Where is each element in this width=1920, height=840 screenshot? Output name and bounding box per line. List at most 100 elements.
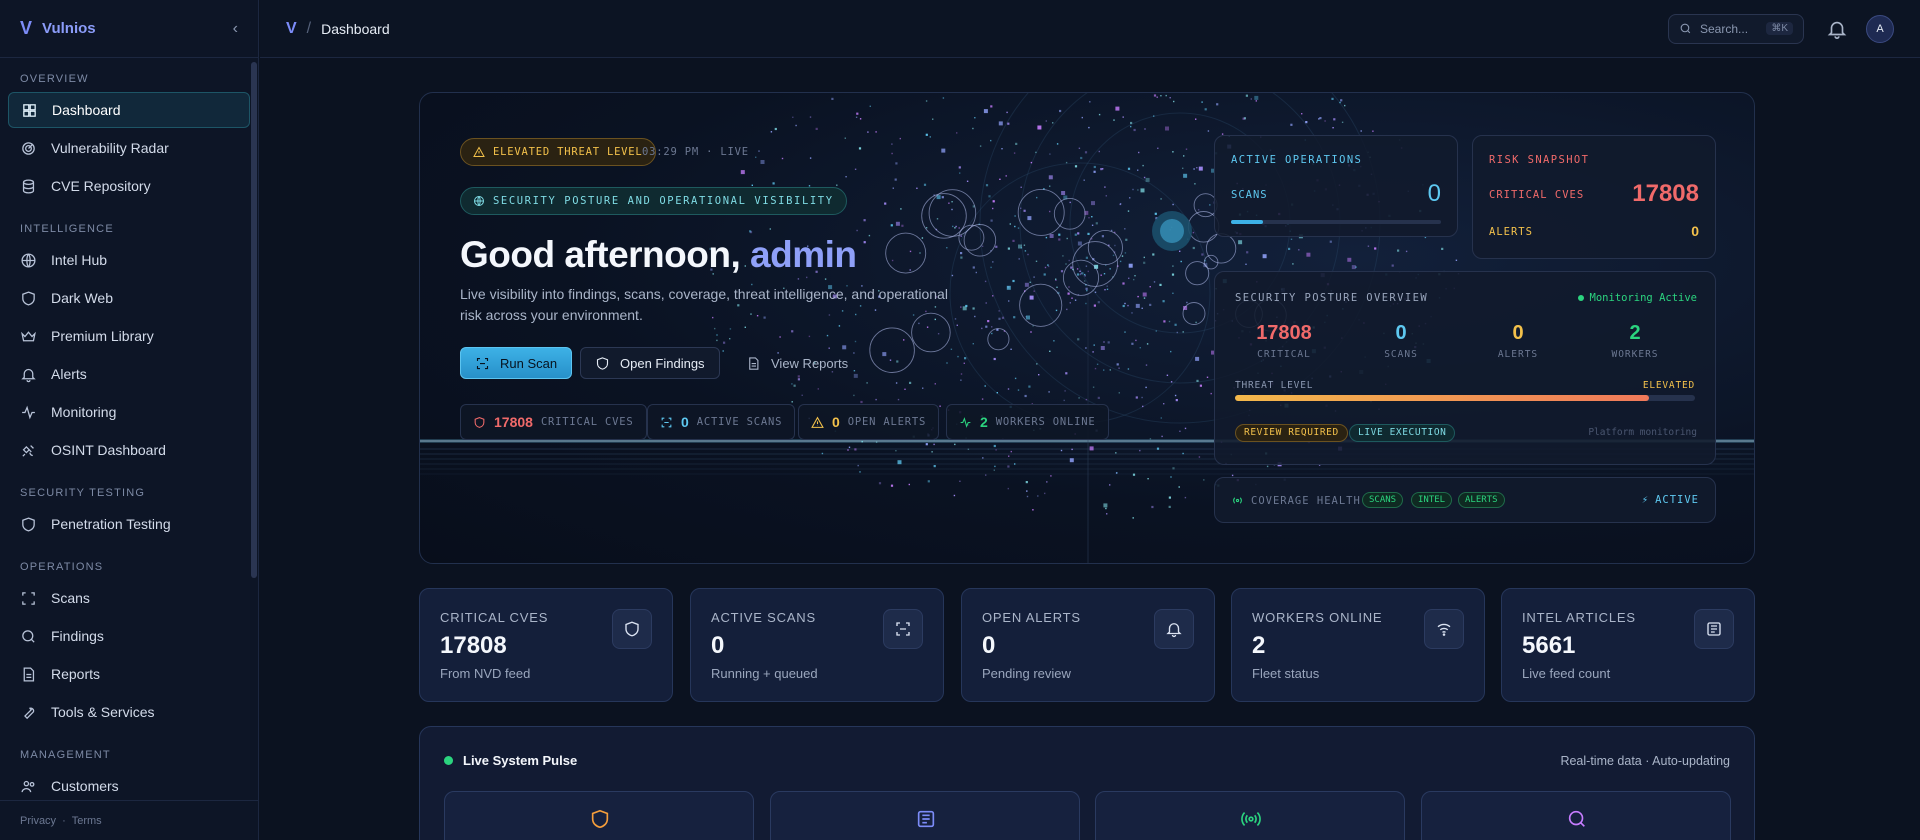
kpi-label: INTEL ARTICLES xyxy=(1522,610,1636,625)
critical-cves-label: CRITICAL CVES xyxy=(1489,189,1585,201)
pulse-title-text: Live System Pulse xyxy=(463,753,578,768)
live-dot xyxy=(444,756,453,765)
posture-stat-alerts: 0 ALERTS xyxy=(1469,322,1567,360)
sidebar-item-scans[interactable]: Scans xyxy=(8,580,250,616)
posture-stat-value: 17808 xyxy=(1256,322,1312,344)
breadcrumb-current: Dashboard xyxy=(321,20,390,37)
sidebar-item-alerts[interactable]: Alerts xyxy=(8,356,250,392)
kpi-card-workers-online[interactable]: WORKERS ONLINE 2 Fleet status xyxy=(1231,588,1485,702)
sidebar-item-tools-services[interactable]: Tools & Services xyxy=(8,694,250,730)
scans-label: SCANS xyxy=(1231,189,1268,201)
privacy-link[interactable]: Privacy xyxy=(20,815,56,827)
chip-active-scans: 0 ACTIVE SCANS xyxy=(647,404,796,440)
crown-icon xyxy=(21,330,36,341)
sidebar-item-vulnerability-radar[interactable]: Vulnerability Radar xyxy=(8,130,250,166)
sidebar-section-title: OVERVIEW xyxy=(20,73,89,85)
shield-icon xyxy=(474,416,485,428)
sidebar-item-osint-dashboard[interactable]: OSINT Dashboard xyxy=(8,432,250,468)
open-findings-button[interactable]: Open Findings xyxy=(580,347,720,379)
coverage-health-label: COVERAGE HEALTH xyxy=(1251,495,1361,507)
kpi-card-critical-cves[interactable]: CRITICAL CVES 17808 From NVD feed xyxy=(419,588,673,702)
kpi-icon-box xyxy=(612,609,652,649)
kpi-note: Running + queued xyxy=(711,666,818,681)
chip-critical-cves: 17808 CRITICAL CVES xyxy=(460,404,647,440)
kpi-card-active-scans[interactable]: ACTIVE SCANS 0 Running + queued xyxy=(690,588,944,702)
kpi-icon-box xyxy=(883,609,923,649)
avatar[interactable]: A xyxy=(1866,14,1894,43)
pulse-card-monitoring[interactable] xyxy=(1095,791,1405,840)
chip-label: ACTIVE SCANS xyxy=(696,416,783,428)
collapse-sidebar-icon[interactable]: ‹ xyxy=(233,20,238,38)
sidebar-item-label: Penetration Testing xyxy=(51,516,171,532)
kpi-note: Pending review xyxy=(982,666,1071,681)
wifi-icon xyxy=(1437,623,1451,636)
shield-icon xyxy=(596,356,609,370)
sidebar-item-cve-repository[interactable]: CVE Repository xyxy=(8,168,250,204)
active-operations-panel: ACTIVE OPERATIONS SCANS 0 xyxy=(1214,135,1458,237)
pulse-card-findings[interactable] xyxy=(1421,791,1731,840)
pulse-card-security[interactable] xyxy=(444,791,754,840)
bell-icon xyxy=(1827,21,1847,39)
newspaper-icon xyxy=(1707,622,1721,636)
sidebar-item-dark-web[interactable]: Dark Web xyxy=(8,280,250,316)
brand-name[interactable]: Vulnios xyxy=(42,20,96,37)
sidebar-item-label: Monitoring xyxy=(51,404,117,420)
scan-icon xyxy=(22,591,35,605)
kpi-note: Live feed count xyxy=(1522,666,1611,681)
sidebar-item-monitoring[interactable]: Monitoring xyxy=(8,394,250,430)
search-placeholder: Search... xyxy=(1700,21,1749,36)
posture-stat-value: 2 xyxy=(1629,322,1641,344)
risk-snapshot-title: RISK SNAPSHOT xyxy=(1489,154,1590,166)
alerts-label: ALERTS xyxy=(1489,226,1533,238)
kpi-value: 5661 xyxy=(1522,632,1576,659)
posture-stat-label: ALERTS xyxy=(1497,349,1539,360)
hero-subtitle: Live visibility into findings, scans, co… xyxy=(460,286,948,323)
monitoring-status-label: Monitoring Active xyxy=(1589,292,1697,304)
sidebar-item-customers[interactable]: Customers xyxy=(8,768,250,800)
live-execution-tag: LIVE EXECUTION xyxy=(1349,424,1456,442)
sidebar-item-label: Alerts xyxy=(51,366,87,382)
posture-stat-label: SCANS xyxy=(1384,349,1418,360)
sidebar-footer: Privacy · Terms xyxy=(0,800,258,840)
newspaper-icon xyxy=(917,810,935,828)
sidebar-item-intel-hub[interactable]: Intel Hub xyxy=(8,242,250,278)
shield-icon xyxy=(625,621,639,637)
search-shortcut: ⌘K xyxy=(1766,22,1793,35)
kpi-card-open-alerts[interactable]: OPEN ALERTS 0 Pending review xyxy=(961,588,1215,702)
sidebar-item-findings[interactable]: Findings xyxy=(8,618,250,654)
coverage-health-panel: COVERAGE HEALTH SCANS INTEL ALERTS ⚡ ACT… xyxy=(1214,477,1716,523)
search-icon xyxy=(1568,810,1585,827)
notifications-button[interactable] xyxy=(1826,18,1848,40)
terms-link[interactable]: Terms xyxy=(72,815,102,827)
sidebar-item-premium-library[interactable]: Premium Library xyxy=(8,318,250,354)
sidebar-section-title: SECURITY TESTING xyxy=(20,487,146,499)
kpi-icon-box xyxy=(1424,609,1464,649)
sidebar-item-penetration-testing[interactable]: Penetration Testing xyxy=(8,506,250,542)
search-input[interactable]: Search... ⌘K xyxy=(1668,13,1804,44)
sidebar-section-title: INTELLIGENCE xyxy=(20,223,114,235)
scan-icon xyxy=(896,622,910,636)
wrench-icon xyxy=(24,707,35,719)
chip-value: 17808 xyxy=(494,414,533,430)
coverage-status: ⚡ ACTIVE xyxy=(1642,494,1699,506)
scans-progress-track xyxy=(1231,220,1441,224)
view-reports-button[interactable]: View Reports xyxy=(732,347,862,379)
sidebar-item-dashboard[interactable]: Dashboard xyxy=(8,92,250,128)
run-scan-button[interactable]: Run Scan xyxy=(460,347,573,379)
chip-label: WORKERS ONLINE xyxy=(995,416,1096,428)
users-icon xyxy=(21,780,35,792)
active-operations-title: ACTIVE OPERATIONS xyxy=(1231,154,1363,166)
kpi-label: CRITICAL CVES xyxy=(440,610,549,625)
greeting-text: Good afternoon, xyxy=(460,234,751,275)
bolt-icon: ⚡ xyxy=(1641,494,1650,506)
sidebar-item-label: CVE Repository xyxy=(51,178,151,194)
sidebar-item-reports[interactable]: Reports xyxy=(8,656,250,692)
chip-label: OPEN ALERTS xyxy=(847,416,927,428)
sidebar-scrollbar[interactable] xyxy=(251,62,257,578)
kpi-card-intel-articles[interactable]: INTEL ARTICLES 5661 Live feed count xyxy=(1501,588,1755,702)
home-logo-icon[interactable]: V xyxy=(286,20,297,38)
pulse-card-intel[interactable] xyxy=(770,791,1080,840)
kpi-icon-box xyxy=(1154,609,1194,649)
topbar: V / Dashboard Search... ⌘K A xyxy=(260,0,1920,58)
sidebar-item-label: OSINT Dashboard xyxy=(51,442,166,458)
